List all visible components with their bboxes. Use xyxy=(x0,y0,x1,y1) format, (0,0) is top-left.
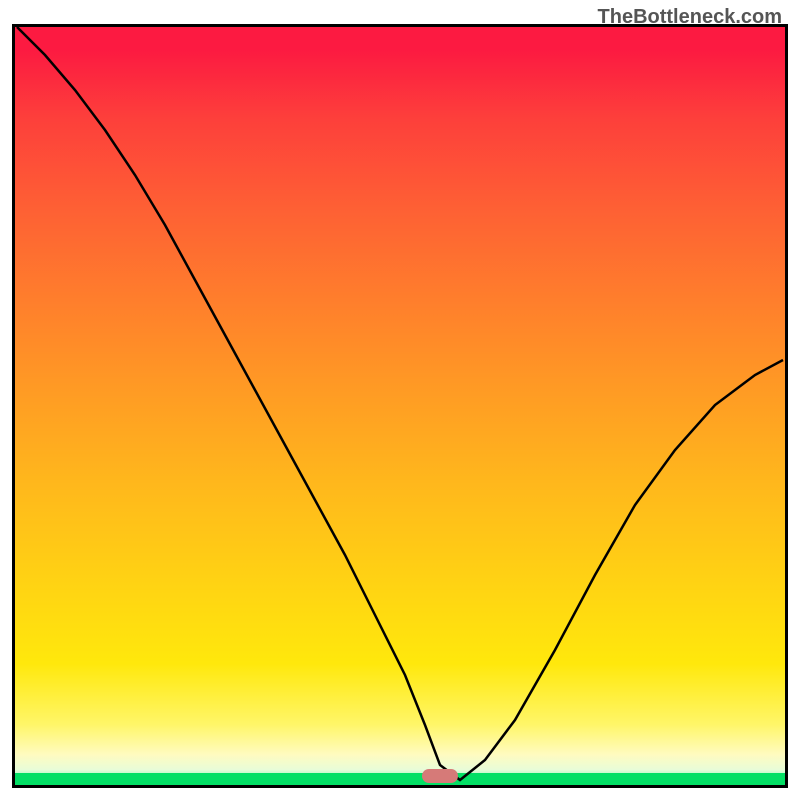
chart-curve-svg xyxy=(15,27,785,785)
chart-plot-area xyxy=(12,24,788,788)
bottleneck-curve-line xyxy=(17,27,783,780)
optimal-point-marker xyxy=(422,769,458,783)
watermark-text: TheBottleneck.com xyxy=(598,6,782,29)
